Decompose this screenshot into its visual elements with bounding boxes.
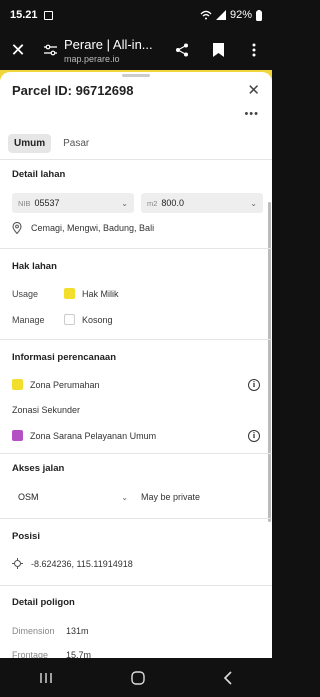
more-options-icon[interactable]: ••• bbox=[244, 108, 259, 120]
section-title-posisi: Posisi bbox=[12, 531, 40, 542]
area-prefix: m2 bbox=[147, 198, 158, 208]
share-icon[interactable] bbox=[164, 43, 200, 57]
battery-icon bbox=[256, 9, 262, 21]
zona-sekunder-text: Zona Sarana Pelayanan Umum bbox=[30, 430, 157, 441]
chevron-down-icon: ⌄ bbox=[121, 198, 128, 208]
usage-row: Usage Hak Milik bbox=[12, 288, 119, 299]
road-source-select[interactable]: OSM ⌄ bbox=[12, 487, 134, 507]
zona-utama-text: Zona Perumahan bbox=[30, 379, 100, 390]
zona-sekunder-swatch bbox=[12, 430, 23, 441]
location-pin-icon bbox=[12, 222, 22, 234]
area-value: 800.0 bbox=[161, 198, 184, 208]
signal-icon bbox=[215, 10, 226, 20]
area-select[interactable]: m2 800.0 ⌄ bbox=[141, 193, 263, 213]
nib-value: 05537 bbox=[34, 198, 60, 208]
home-icon[interactable] bbox=[131, 670, 145, 685]
parcel-panel: Parcel ID: 96712698 ✕ ••• Umum Pasar Det… bbox=[0, 72, 272, 658]
recent-apps-icon[interactable] bbox=[39, 672, 53, 684]
frontage-value: 15.7m bbox=[66, 650, 92, 658]
drag-handle[interactable] bbox=[122, 74, 150, 77]
section-title-detail-poligon: Detail poligon bbox=[12, 597, 75, 608]
crosshair-icon bbox=[12, 558, 23, 569]
info-icon[interactable]: i bbox=[248, 430, 260, 442]
section-title-detail-lahan: Detail lahan bbox=[12, 169, 66, 180]
zona-utama-row: Zona Perumahan bbox=[12, 379, 100, 390]
coords-row: -8.624236, 115.11914918 bbox=[12, 558, 133, 569]
section-title-hak-lahan: Hak lahan bbox=[12, 261, 57, 272]
bookmark-icon[interactable] bbox=[200, 43, 236, 57]
battery-percent: 92% bbox=[229, 9, 252, 21]
divider bbox=[0, 339, 272, 340]
dimension-value: 131m bbox=[66, 626, 89, 636]
frontage-label: Frontage bbox=[12, 650, 49, 658]
frontage-row: Frontage 15.7m bbox=[12, 650, 91, 658]
chevron-down-icon: ⌄ bbox=[121, 492, 128, 502]
section-title-akses-jalan: Akses jalan bbox=[12, 463, 65, 474]
system-navigation-bar bbox=[0, 658, 272, 697]
site-settings-icon[interactable] bbox=[36, 44, 64, 56]
status-bar: 15.21 92% bbox=[0, 0, 272, 30]
divider bbox=[0, 453, 272, 454]
road-note: May be private bbox=[141, 492, 200, 502]
location-text: Cemagi, Mengwi, Badung, Bali bbox=[31, 223, 155, 233]
nib-select[interactable]: NIB 05537 ⌄ bbox=[12, 193, 134, 213]
close-icon[interactable]: ✕ bbox=[247, 81, 260, 99]
zonasi-sekunder-row: Zonasi Sekunder bbox=[12, 405, 80, 415]
zona-utama-swatch bbox=[12, 379, 23, 390]
browser-toolbar: ✕ Perare | All-in... map.perare.io bbox=[0, 30, 272, 70]
divider bbox=[0, 248, 272, 249]
wifi-icon bbox=[200, 10, 212, 20]
manage-row: Manage Kosong bbox=[12, 314, 113, 325]
coords-text: -8.624236, 115.11914918 bbox=[31, 558, 133, 569]
dimension-row: Dimension 131m bbox=[12, 626, 89, 636]
usage-color-swatch bbox=[64, 288, 75, 299]
scrollbar[interactable] bbox=[268, 202, 271, 522]
page-url: map.perare.io bbox=[64, 53, 120, 64]
panel-tabs: Umum Pasar bbox=[8, 134, 95, 153]
road-note-text: May be private bbox=[141, 492, 201, 502]
back-icon[interactable] bbox=[223, 670, 233, 685]
gallery-notification-icon bbox=[43, 10, 53, 20]
dimension-label: Dimension bbox=[12, 626, 55, 636]
usage-value: Hak Milik bbox=[82, 288, 119, 299]
manage-color-swatch bbox=[64, 314, 75, 325]
divider bbox=[0, 518, 272, 519]
zona-sekunder-row: Zona Sarana Pelayanan Umum bbox=[12, 430, 156, 441]
section-title-perencanaan: Informasi perencanaan bbox=[12, 352, 117, 363]
nib-prefix: NIB bbox=[18, 198, 31, 208]
overflow-menu-icon[interactable] bbox=[236, 43, 272, 57]
tab-pasar[interactable]: Pasar bbox=[57, 134, 95, 153]
page-title: Perare | All-in... bbox=[64, 36, 153, 52]
info-icon[interactable]: i bbox=[248, 379, 260, 391]
close-tab-icon[interactable]: ✕ bbox=[0, 40, 36, 61]
divider bbox=[0, 159, 272, 160]
divider bbox=[0, 585, 272, 586]
location-row: Cemagi, Mengwi, Badung, Bali bbox=[12, 222, 154, 234]
page-title-area[interactable]: Perare | All-in... map.perare.io bbox=[64, 37, 164, 64]
status-time: 15.21 bbox=[10, 9, 38, 21]
tab-umum[interactable]: Umum bbox=[8, 134, 52, 153]
manage-label: Manage bbox=[12, 314, 45, 325]
zonasi-sekunder-label: Zonasi Sekunder bbox=[12, 405, 81, 415]
chevron-down-icon: ⌄ bbox=[250, 198, 257, 208]
parcel-title: Parcel ID: 96712698 bbox=[12, 83, 134, 98]
road-source-value: OSM bbox=[18, 492, 39, 502]
manage-value: Kosong bbox=[82, 314, 113, 325]
usage-label: Usage bbox=[12, 288, 39, 299]
